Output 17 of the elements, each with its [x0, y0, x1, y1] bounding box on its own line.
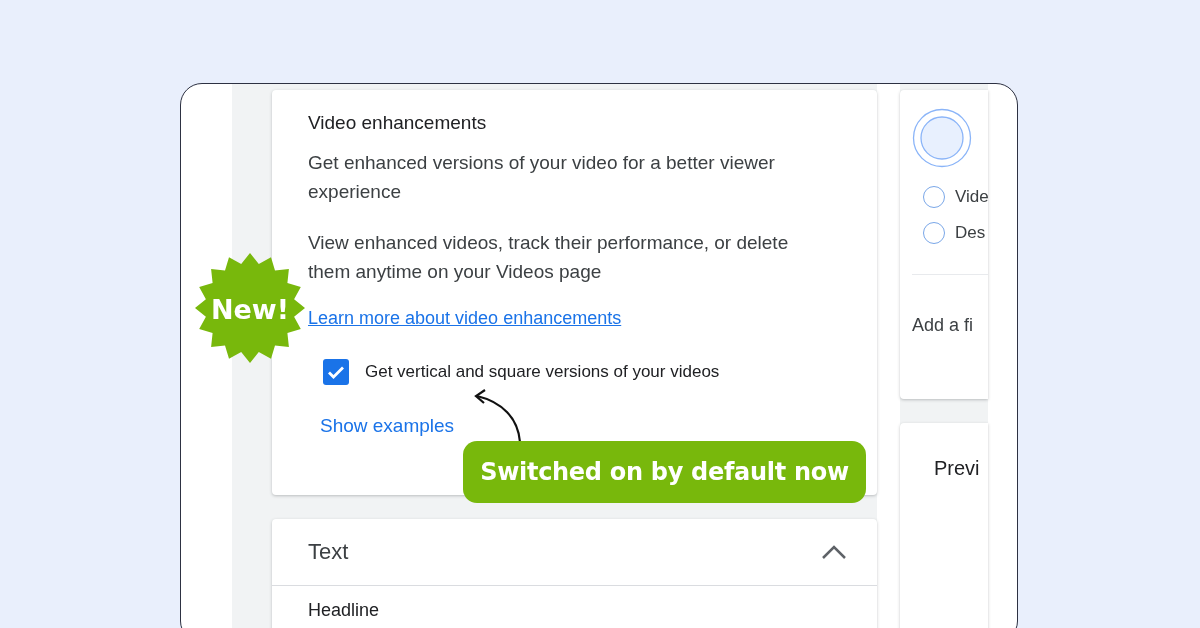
note-text: View enhanced videos, track their performance, or delete them anytime on your Videos page	[308, 231, 790, 284]
show-examples-link[interactable]: Show examples	[320, 415, 455, 437]
learn-more-link[interactable]: Learn more about video enhancements	[308, 308, 622, 329]
circle-icon	[912, 108, 972, 168]
description-text: Get enhanced versions of your video for a better viewer experience	[308, 151, 776, 204]
option-label: Des	[955, 223, 986, 243]
field-label: Headline	[307, 599, 381, 621]
checkbox[interactable]	[323, 359, 349, 385]
new-badge: New!	[194, 252, 306, 364]
section-title: Text	[308, 539, 349, 565]
card-title: Video enhancements	[308, 112, 488, 134]
add-prompt-text: Add a fi	[912, 315, 975, 336]
callout-label: Switched on by default now	[463, 441, 866, 503]
chevron-icon[interactable]	[821, 544, 847, 560]
checkbox-label: Get vertical and square versions of your videos	[365, 362, 720, 382]
preview-title: Previ	[934, 457, 981, 480]
option-label: Vide	[955, 187, 988, 207]
